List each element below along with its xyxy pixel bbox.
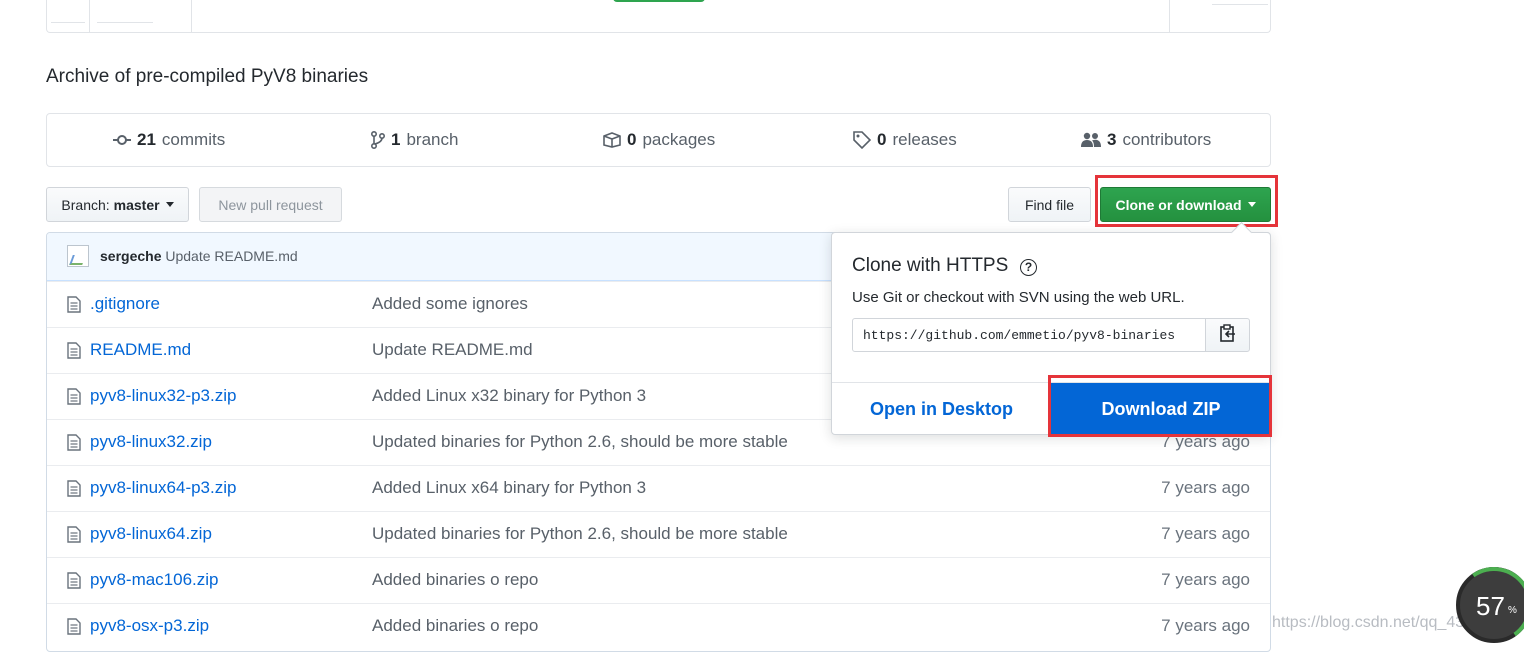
file-commit-message[interactable]: Added binaries o repo <box>372 616 538 636</box>
releases-label: releases <box>892 130 957 149</box>
file-commit-message[interactable]: Added Linux x64 binary for Python 3 <box>372 478 646 498</box>
download-zip-button[interactable]: Download ZIP <box>1051 383 1271 435</box>
clone-dropdown: Clone with HTTPS ? Use Git or checkout w… <box>831 232 1271 435</box>
branches-label: branch <box>406 130 459 149</box>
packages-label: packages <box>642 130 716 149</box>
summary-branches[interactable]: 1 branch <box>371 114 458 166</box>
avatar[interactable] <box>67 245 89 267</box>
repo-description: Archive of pre-compiled PyV8 binaries <box>46 66 369 87</box>
file-icon <box>67 388 81 410</box>
help-icon[interactable]: ? <box>1020 259 1037 276</box>
numbers-summary: 21 commits 1 branch 0 packages 0 release… <box>46 113 1271 167</box>
divider <box>89 0 90 32</box>
file-icon <box>67 572 81 594</box>
zoom-value: 57 <box>1476 591 1505 621</box>
new-pull-request-button[interactable]: New pull request <box>199 187 342 222</box>
file-icon <box>67 618 81 640</box>
file-icon <box>67 434 81 456</box>
open-in-desktop-button[interactable]: Open in Desktop <box>832 383 1051 436</box>
commit-author[interactable]: sergeche <box>100 248 161 264</box>
clone-or-download-button[interactable]: Clone or download <box>1100 187 1271 222</box>
file-name-link[interactable]: pyv8-linux64.zip <box>90 524 212 544</box>
zoom-unit: % <box>1508 605 1517 616</box>
divider <box>97 22 153 23</box>
file-age: 7 years ago <box>1161 478 1250 497</box>
file-icon <box>67 480 81 502</box>
summary-commits[interactable]: 21 commits <box>113 114 225 166</box>
clone-actions: Open in Desktop Download ZIP <box>832 382 1271 436</box>
divider <box>1169 0 1170 32</box>
file-commit-message[interactable]: Updated binaries for Python 2.6, should … <box>372 524 788 544</box>
file-name-link[interactable]: pyv8-osx-p3.zip <box>90 616 209 636</box>
clone-subtitle: Use Git or checkout with SVN using the w… <box>852 289 1185 306</box>
green-button-edge[interactable] <box>613 0 705 2</box>
clone-label: Clone or download <box>1115 196 1242 213</box>
caret-down-icon <box>165 202 174 207</box>
file-commit-message[interactable]: Updated binaries for Python 2.6, should … <box>372 432 788 452</box>
clone-title: Clone with HTTPS <box>852 255 1009 276</box>
releases-count: 0 <box>877 130 887 149</box>
file-age: 7 years ago <box>1161 616 1250 635</box>
divider <box>1212 4 1268 5</box>
commit-message[interactable]: Update README.md <box>165 248 297 264</box>
file-name-link[interactable]: pyv8-mac106.zip <box>90 570 219 590</box>
copy-url-button[interactable] <box>1205 318 1250 352</box>
file-commit-message[interactable]: Added Linux x32 binary for Python 3 <box>372 386 646 406</box>
table-row: pyv8-mac106.zip Added binaries o repo 7 … <box>47 557 1270 603</box>
contributors-label: contributors <box>1122 130 1212 149</box>
package-icon <box>603 132 621 148</box>
branch-icon <box>371 131 385 149</box>
file-icon <box>67 296 81 318</box>
contributors-count: 3 <box>1107 130 1117 149</box>
table-row: pyv8-linux64-p3.zip Added Linux x64 bina… <box>47 465 1270 511</box>
file-commit-message[interactable]: Added some ignores <box>372 294 528 314</box>
table-row: pyv8-osx-p3.zip Added binaries o repo 7 … <box>47 603 1270 649</box>
summary-packages[interactable]: 0 packages <box>603 114 715 166</box>
file-name-link[interactable]: .gitignore <box>90 294 160 314</box>
clone-url-input[interactable]: https://github.com/emmetio/pyv8-binaries <box>852 318 1206 352</box>
caret-down-icon <box>1247 202 1256 207</box>
file-commit-message[interactable]: Update README.md <box>372 340 533 360</box>
commit-icon <box>113 134 131 146</box>
commits-label: commits <box>161 130 226 149</box>
packages-count: 0 <box>627 130 637 149</box>
divider <box>191 0 192 32</box>
find-file-button[interactable]: Find file <box>1008 187 1091 222</box>
branches-count: 1 <box>391 130 401 149</box>
file-age: 7 years ago <box>1161 570 1250 589</box>
commits-count: 21 <box>137 130 156 149</box>
file-age: 7 years ago <box>1161 432 1250 451</box>
latest-commit-text: sergeche Update README.md <box>100 248 298 264</box>
tag-icon <box>853 131 871 149</box>
branch-name: master <box>113 196 160 213</box>
file-icon <box>67 342 81 364</box>
clipboard-icon <box>1219 323 1236 347</box>
file-name-link[interactable]: pyv8-linux32-p3.zip <box>90 386 236 406</box>
zoom-indicator[interactable]: 57 % <box>1449 560 1524 650</box>
file-icon <box>67 526 81 548</box>
file-name-link[interactable]: pyv8-linux32.zip <box>90 432 212 452</box>
people-icon <box>1081 132 1101 148</box>
file-name-link[interactable]: pyv8-linux64-p3.zip <box>90 478 236 498</box>
repo-header-panel <box>46 0 1271 33</box>
table-row: pyv8-linux64.zip Updated binaries for Py… <box>47 511 1270 557</box>
file-name-link[interactable]: README.md <box>90 340 191 360</box>
file-age: 7 years ago <box>1161 524 1250 543</box>
summary-contributors[interactable]: 3 contributors <box>1081 114 1211 166</box>
branch-select-button[interactable]: Branch: master <box>46 187 189 222</box>
divider <box>51 22 85 23</box>
file-commit-message[interactable]: Added binaries o repo <box>372 570 538 590</box>
branch-prefix: Branch: <box>61 196 110 213</box>
summary-releases[interactable]: 0 releases <box>853 114 957 166</box>
